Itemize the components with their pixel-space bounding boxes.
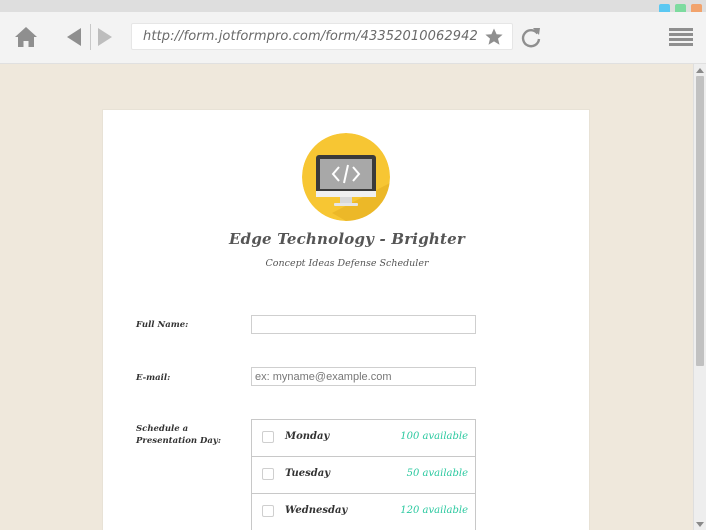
form-title: Edge Technology - Brighter: [229, 230, 465, 248]
form-subtitle: Concept Ideas Defense Scheduler: [265, 258, 429, 269]
day-option-wednesday[interactable]: Wednesday 120 available: [252, 494, 475, 530]
day-name: Tuesday: [285, 468, 331, 479]
full-name-label: Full Name:: [136, 320, 189, 330]
hamburger-menu-icon[interactable]: [668, 26, 694, 48]
day-availability: 50 available: [406, 468, 468, 479]
day-availability: 100 available: [400, 431, 468, 442]
schedule-day-label: Schedule a Presentation Day:: [136, 424, 222, 446]
star-icon[interactable]: [484, 27, 504, 47]
day-availability: 120 available: [400, 505, 468, 516]
scroll-up-arrow-icon[interactable]: [696, 68, 704, 73]
form-card: Edge Technology - Brighter Concept Ideas…: [102, 109, 590, 530]
scroll-down-arrow-icon[interactable]: [696, 522, 704, 527]
email-label: E-mail:: [136, 373, 171, 383]
full-name-field[interactable]: [251, 315, 476, 334]
day-name: Wednesday: [285, 505, 348, 516]
address-bar[interactable]: http://form.jotformpro.com/form/43352010…: [131, 23, 513, 50]
day-checkbox[interactable]: [262, 431, 274, 443]
day-checkbox[interactable]: [262, 468, 274, 480]
forward-arrow-icon[interactable]: [95, 26, 115, 48]
address-url[interactable]: http://form.jotformpro.com/form/43352010…: [143, 29, 478, 44]
window-title-bar: [0, 0, 706, 15]
browser-toolbar: http://form.jotformpro.com/form/43352010…: [0, 12, 706, 64]
scrollbar-thumb[interactable]: [696, 76, 704, 366]
day-option-tuesday[interactable]: Tuesday 50 available: [252, 457, 475, 494]
toolbar-separator: [90, 24, 91, 50]
day-checkbox[interactable]: [262, 505, 274, 517]
back-arrow-icon[interactable]: [64, 26, 84, 48]
schedule-day-options: Monday 100 available Tuesday 50 availabl…: [251, 419, 476, 530]
day-name: Monday: [285, 431, 330, 442]
monitor-code-icon: [302, 133, 390, 221]
home-icon[interactable]: [14, 26, 38, 48]
day-option-monday[interactable]: Monday 100 available: [252, 420, 475, 457]
reload-icon[interactable]: [519, 24, 543, 50]
email-field[interactable]: [251, 367, 476, 386]
vertical-scrollbar[interactable]: [693, 64, 706, 530]
